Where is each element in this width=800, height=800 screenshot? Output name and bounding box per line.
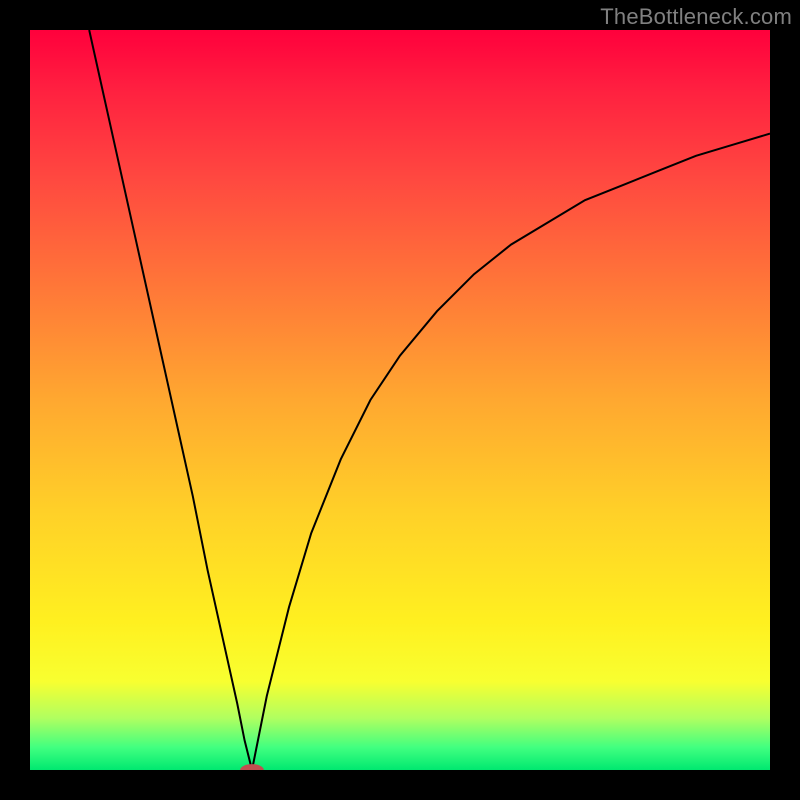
min-marker-dot [240,764,264,770]
plot-area [30,30,770,770]
series-left-branch [89,30,252,770]
min-marker [240,764,264,770]
series-right-branch [252,134,770,770]
watermark-text: TheBottleneck.com [600,4,792,30]
chart-frame: TheBottleneck.com [0,0,800,800]
curve-svg [30,30,770,770]
curve-group [89,30,770,770]
